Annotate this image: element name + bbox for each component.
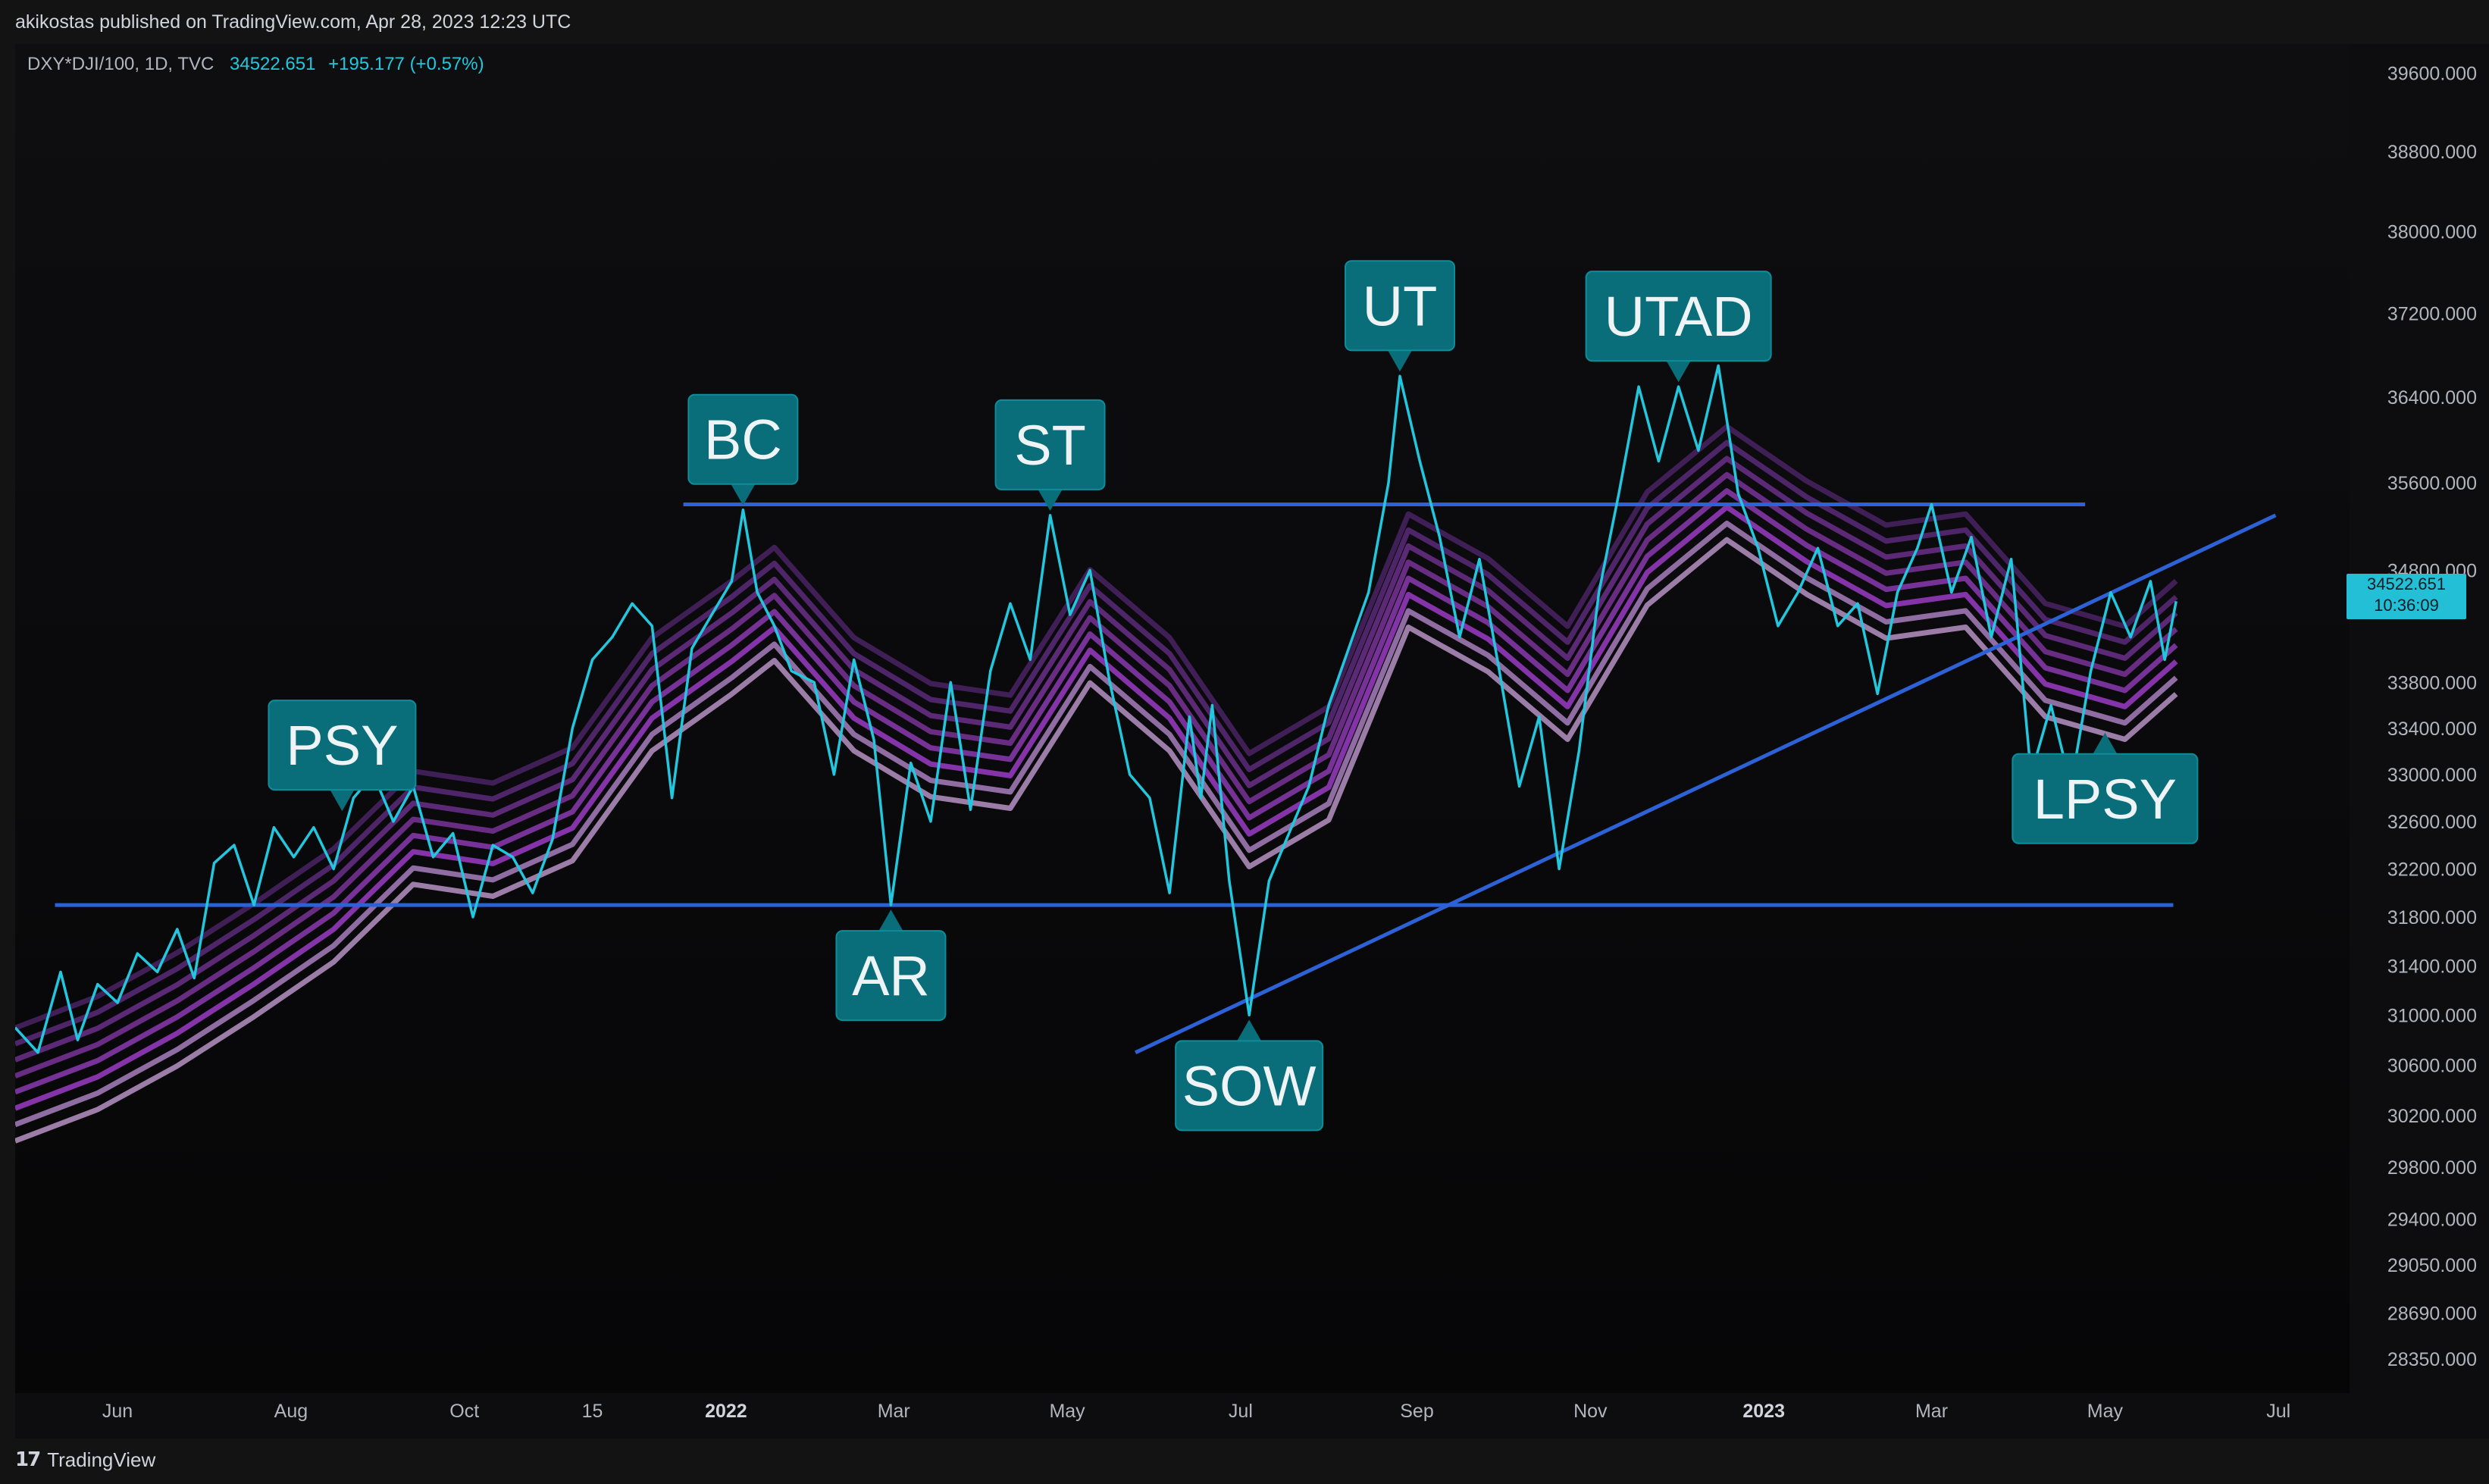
- x-tick-label: May: [2087, 1401, 2124, 1422]
- y-tick-label: 30600.000: [2387, 1055, 2477, 1076]
- y-tick-label: 32200.000: [2387, 859, 2477, 881]
- legend-value: 34522.651: [230, 54, 316, 74]
- y-tick-label: 32600.000: [2387, 812, 2477, 833]
- y-axis[interactable]: 39600.000 38800.000 38000.000 37200.000 3640…: [2387, 63, 2477, 1370]
- x-tick-label: 2023: [1742, 1401, 1785, 1422]
- tradingview-logo-icon: 17: [15, 1448, 41, 1471]
- label-text: AR: [852, 944, 930, 1007]
- label-text: UTAD: [1605, 285, 1753, 348]
- x-tick-label: 2022: [705, 1401, 747, 1422]
- symbol-legend[interactable]: DXY*DJI/100, 1D, TVC 34522.651 +195.177 …: [27, 54, 484, 75]
- y-tick-label: 38800.000: [2387, 142, 2477, 163]
- top-bar: akikostas published on TradingView.com, …: [0, 0, 2489, 44]
- y-tick-label: 31000.000: [2387, 1005, 2477, 1026]
- tradingview-brand: TradingView: [47, 1448, 156, 1471]
- chart-area[interactable]: PSY BC ST UT UTAD AR SOW LPSY 39600.000 38800.00…: [15, 44, 2489, 1439]
- publish-info: akikostas published on TradingView.com, …: [15, 11, 571, 33]
- legend-symbol: DXY*DJI/100, 1D, TVC: [27, 54, 214, 74]
- bottom-bar: [0, 1439, 2489, 1484]
- y-tick-label: 33400.000: [2387, 719, 2477, 740]
- y-tick-label: 30200.000: [2387, 1106, 2477, 1127]
- y-tick-label: 39600.000: [2387, 63, 2477, 84]
- y-tick-label: 33000.000: [2387, 765, 2477, 786]
- x-axis[interactable]: Jun Aug Oct 15 2022 Mar May Jul Sep Nov 2023 Mar May…: [102, 1401, 2290, 1422]
- x-tick-label: Mar: [878, 1401, 910, 1422]
- y-tick-label: 29800.000: [2387, 1157, 2477, 1179]
- x-tick-label: Sep: [1400, 1401, 1433, 1422]
- x-tick-label: Mar: [1915, 1401, 1948, 1422]
- label-text: LPSY: [2033, 768, 2177, 831]
- bar-countdown: 10:36:09: [2374, 596, 2439, 615]
- y-tick-label: 31800.000: [2387, 907, 2477, 928]
- x-tick-label: May: [1049, 1401, 1085, 1422]
- y-tick-label: 29400.000: [2387, 1209, 2477, 1230]
- x-tick-label: Aug: [274, 1401, 308, 1422]
- y-tick-label: 33800.000: [2387, 672, 2477, 693]
- last-price-tag: 34522.651 10:36:09: [2347, 574, 2466, 619]
- x-tick-label: Oct: [449, 1401, 479, 1422]
- y-tick-label: 28690.000: [2387, 1304, 2477, 1325]
- y-tick-label: 28350.000: [2387, 1349, 2477, 1370]
- chart-svg[interactable]: PSY BC ST UT UTAD AR SOW LPSY 39600.000 38800.00…: [15, 44, 2489, 1439]
- x-tick-label: Jul: [2266, 1401, 2290, 1422]
- y-tick-label: 36400.000: [2387, 387, 2477, 409]
- label-text: ST: [1014, 414, 1086, 477]
- x-tick-label: Jul: [1229, 1401, 1253, 1422]
- tradingview-logo[interactable]: 17 TradingView: [15, 1446, 155, 1473]
- label-text: BC: [704, 409, 782, 471]
- y-tick-label: 31400.000: [2387, 956, 2477, 977]
- x-tick-label: Jun: [102, 1401, 133, 1422]
- y-tick-label: 29050.000: [2387, 1255, 2477, 1276]
- y-tick-label: 37200.000: [2387, 304, 2477, 325]
- x-tick-label: Nov: [1573, 1401, 1608, 1422]
- label-text: SOW: [1182, 1054, 1317, 1117]
- y-tick-label: 38000.000: [2387, 222, 2477, 243]
- label-text: PSY: [286, 714, 398, 777]
- x-tick-label: 15: [582, 1401, 603, 1422]
- legend-change: +195.177 (+0.57%): [328, 54, 484, 74]
- label-text: UT: [1363, 274, 1438, 337]
- y-tick-label: 35600.000: [2387, 473, 2477, 494]
- last-price-value: 34522.651: [2367, 575, 2446, 593]
